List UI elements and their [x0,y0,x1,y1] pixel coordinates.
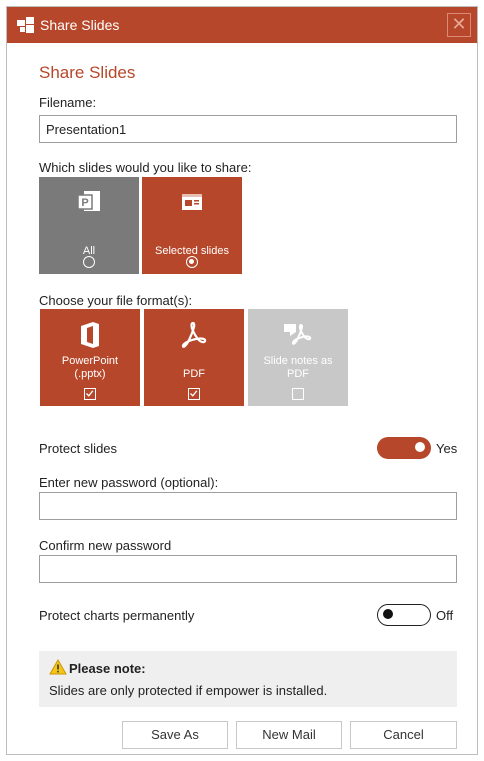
protect-charts-label: Protect charts permanently [39,608,195,623]
slides-option-all-radio[interactable] [83,256,95,268]
title-bar: Share Slides ✕ [7,7,477,43]
window-title: Share Slides [40,17,120,33]
pdf-icon [181,321,207,348]
format-option-pptx-label-line1: PowerPoint [61,355,119,367]
format-option-notes-pdf-label-line2: PDF [287,368,309,380]
format-option-notes-pdf-checkbox [292,388,304,400]
toggle-knob [383,609,393,619]
close-button[interactable]: ✕ [447,13,471,37]
share-slides-app-icon [17,17,34,33]
slides-question-label: Which slides would you like to share: [39,160,252,175]
format-option-pptx-checkbox[interactable] [84,388,96,400]
notes-pdf-icon [284,324,312,345]
note-panel: Please note: Slides are only protected i… [39,651,457,707]
note-body: Slides are only protected if empower is … [49,683,328,698]
svg-text:P: P [81,197,88,209]
save-as-button[interactable]: Save As [122,721,228,749]
dialog-heading: Share Slides [39,63,136,82]
share-slides-dialog: Share Slides ✕ Share Slides Filename: Wh… [6,6,478,755]
confirm-password-input[interactable] [39,555,457,583]
format-option-pptx-label-line2: (.pptx) [74,368,106,380]
format-option-pdf-label: PDF [183,368,205,380]
protect-slides-state: Yes [436,441,458,456]
protect-slides-label: Protect slides [39,441,118,456]
protect-charts-toggle[interactable] [377,604,431,626]
format-option-notes-pdf: Slide notes as PDF [248,309,348,406]
slide-icon [182,194,202,210]
filename-label: Filename: [39,95,97,110]
office-icon [81,322,99,348]
format-option-pptx[interactable]: PowerPoint (.pptx) [40,309,140,406]
confirm-password-label: Confirm new password [39,538,172,553]
format-question-label: Choose your file format(s): [39,293,193,308]
check-icon [190,390,198,397]
slides-option-selected[interactable]: Selected slides [142,177,242,274]
slides-option-all[interactable]: P All [39,177,139,274]
password-label: Enter new password (optional): [39,475,219,490]
filename-input[interactable] [39,115,457,143]
protect-charts-state: Off [436,608,454,623]
format-option-pdf-checkbox[interactable] [188,388,200,400]
close-icon: ✕ [451,14,467,34]
new-mail-button[interactable]: New Mail [236,721,342,749]
note-title: Please note: [69,661,146,676]
protect-slides-toggle[interactable] [377,437,431,459]
format-option-notes-pdf-label-line1: Slide notes as [263,355,333,367]
cancel-button[interactable]: Cancel [350,721,457,749]
password-input[interactable] [39,492,457,520]
check-icon [86,390,94,397]
toggle-knob [415,442,425,452]
warning-icon [49,659,67,675]
powerpoint-file-icon: P [77,191,100,211]
format-option-pdf[interactable]: PDF [144,309,244,406]
slides-option-selected-radio[interactable] [186,256,198,268]
